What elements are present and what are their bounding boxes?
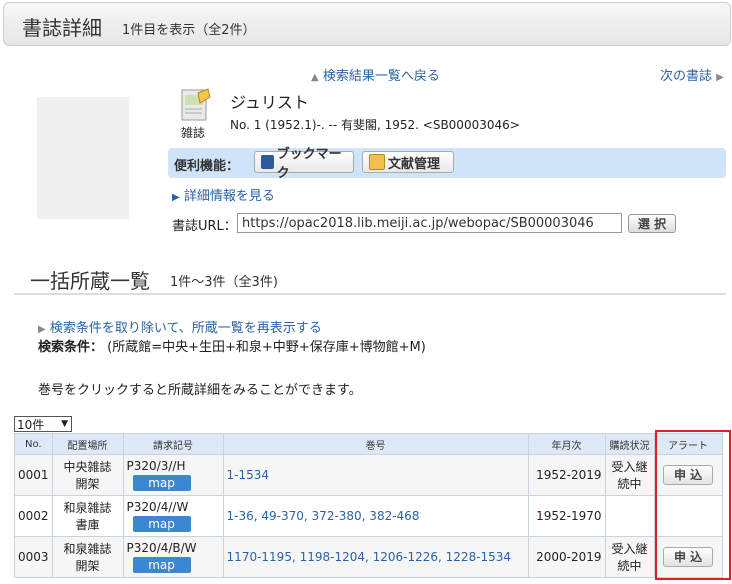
record-title: ジュリスト: [230, 93, 309, 112]
col-location: 配置場所: [51, 433, 124, 455]
col-status: 購読状況: [604, 433, 655, 455]
triangle-right-icon: ▶: [716, 72, 724, 83]
triangle-right-icon: ▶: [38, 324, 46, 335]
cover-thumbnail: [37, 97, 129, 219]
map-button[interactable]: map: [132, 557, 191, 573]
col-years: 年月次: [527, 433, 606, 455]
per-page-select[interactable]: 10件 ▼: [14, 416, 72, 432]
alert-column-highlight: [655, 430, 731, 580]
detail-info-link[interactable]: ▶ 詳細情報を見る: [172, 185, 275, 204]
tools-bar: 便利機能： ブックマーク 文献管理: [168, 147, 726, 181]
row-volume[interactable]: 1-1534: [222, 454, 529, 496]
holdings-hint: 巻号をクリックすると所蔵詳細をみることができます。: [38, 383, 362, 398]
row-location: 中央雑誌 開架: [51, 454, 124, 496]
col-no: No.: [14, 433, 53, 455]
row-no: 0002: [14, 495, 53, 537]
row-callno: P320/3//H map: [122, 454, 224, 496]
magazine-icon: [181, 88, 211, 121]
holdings-table: No. 配置場所 請求記号 巻号 年月次 購読状況 アラート 0001 中央雑誌…: [14, 433, 723, 578]
row-location: 和泉雑誌 開架: [51, 536, 124, 578]
row-no: 0001: [14, 454, 53, 496]
search-condition: 検索条件： (所蔵館=中央+生田+和泉+中野+保存庫+博物館+M): [38, 340, 426, 355]
bibliography-button[interactable]: 文献管理: [362, 151, 454, 173]
map-button[interactable]: map: [132, 516, 191, 532]
row-years: 2000-2019: [527, 536, 606, 578]
col-volume: 巻号: [222, 433, 529, 455]
folder-icon: [369, 154, 385, 170]
url-label: 書誌URL：: [172, 219, 237, 234]
table-row: 0002 和泉雑誌 書庫 P320/4//W map 1-36, 49-370, 3…: [14, 495, 723, 537]
reset-filter-link[interactable]: ▶ 検索条件を取り除いて、所蔵一覧を再表示する: [38, 317, 322, 336]
back-to-results-link[interactable]: ▲ 検索結果一覧へ戻る: [311, 65, 440, 84]
select-url-button[interactable]: 選 択: [628, 214, 676, 233]
triangle-up-icon: ▲: [311, 72, 319, 83]
row-status: 受入継 続中: [604, 454, 655, 496]
row-years: 1952-2019: [527, 454, 606, 496]
table-row: 0003 和泉雑誌 開架 P320/4/B/W map 1170-1195, 119…: [14, 536, 723, 578]
row-no: 0003: [14, 536, 53, 578]
bookmark-icon: [261, 155, 274, 169]
table-row: 0001 中央雑誌 開架 P320/3//H map 1-1534 1952-201…: [14, 454, 723, 496]
holdings-count: 1件～3件（全3件): [170, 275, 278, 290]
page-title: 書誌詳細: [22, 16, 102, 40]
map-button[interactable]: map: [132, 475, 191, 491]
row-callno: P320/4//W map: [122, 495, 224, 537]
page-header: 書誌詳細 1件目を表示（全2件）: [3, 2, 731, 46]
dropdown-arrow-icon: ▼: [61, 419, 68, 429]
col-callno: 請求記号: [122, 433, 224, 455]
row-location: 和泉雑誌 書庫: [51, 495, 124, 537]
row-status: 受入継 続中: [604, 536, 655, 578]
holdings-title: 一括所蔵一覧: [30, 269, 150, 293]
row-volume[interactable]: 1-36, 49-370, 372-380, 382-468: [222, 495, 529, 537]
row-status: [604, 495, 655, 537]
row-callno: P320/4/B/W map: [122, 536, 224, 578]
material-type-label: 雑誌: [181, 126, 206, 140]
result-position: 1件目を表示（全2件）: [122, 23, 256, 38]
bookmark-button[interactable]: ブックマーク: [254, 147, 354, 181]
row-volume[interactable]: 1170-1195, 1198-1204, 1206-1226, 1228-15…: [222, 536, 529, 578]
tools-label: 便利機能：: [174, 159, 240, 174]
row-years: 1952-1970: [527, 495, 606, 537]
record-description: No. 1 (1952.1)-. -- 有斐閣, 1952. <SB000030…: [230, 118, 520, 132]
next-record-link[interactable]: 次の書誌 ▶: [660, 65, 724, 84]
triangle-right-icon: ▶: [172, 192, 180, 203]
section-divider: [14, 293, 726, 295]
record-url-field[interactable]: [237, 213, 622, 233]
